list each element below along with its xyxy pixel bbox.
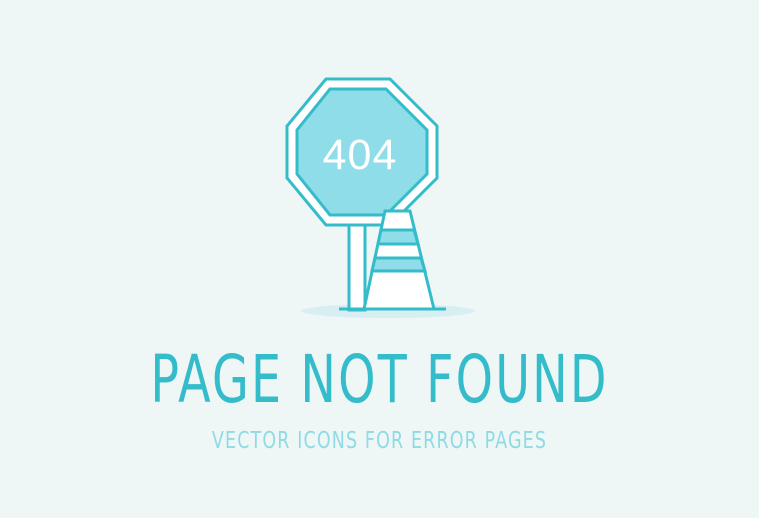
cone-stripe-top: [376, 228, 420, 246]
page-title: PAGE NOT FOUND: [150, 341, 609, 418]
illustration-svg: 404: [285, 77, 475, 318]
sign-label: 404: [323, 131, 398, 179]
page-subtitle: VECTOR ICONS FOR ERROR PAGES: [211, 428, 548, 454]
error-illustration: 404: [0, 0, 759, 330]
cone-stripe-bottom: [370, 256, 428, 273]
